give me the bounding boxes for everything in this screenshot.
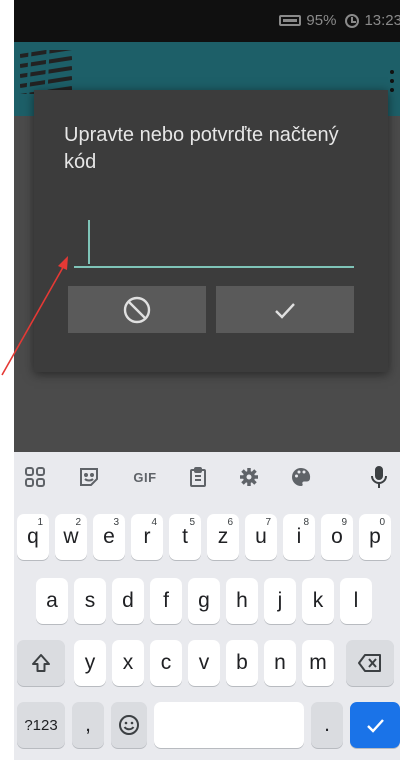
comma-key[interactable]: , xyxy=(72,702,104,748)
key-c[interactable]: c xyxy=(150,640,182,686)
clock-icon xyxy=(345,13,360,28)
backspace-key[interactable] xyxy=(346,640,394,686)
key-e[interactable]: e3 xyxy=(93,514,125,560)
key-t[interactable]: t5 xyxy=(169,514,201,560)
key-z[interactable]: z6 xyxy=(207,514,239,560)
key-w[interactable]: w2 xyxy=(55,514,87,560)
keyboard-toolbar: GIF xyxy=(14,452,400,502)
key-n[interactable]: n xyxy=(264,640,296,686)
key-k[interactable]: k xyxy=(302,578,334,624)
mic-icon[interactable] xyxy=(366,464,392,490)
gif-button[interactable]: GIF xyxy=(128,464,162,490)
key-p[interactable]: p0 xyxy=(359,514,391,560)
cancel-button[interactable] xyxy=(68,286,206,333)
phone-screen: 95% 13:23 Upravte nebo potvrďte načtený … xyxy=(14,0,400,760)
key-o[interactable]: o9 xyxy=(321,514,353,560)
overflow-menu-icon[interactable] xyxy=(390,70,394,92)
check-icon xyxy=(275,302,295,319)
key-l[interactable]: l xyxy=(340,578,372,624)
shift-key[interactable] xyxy=(17,640,65,686)
key-q[interactable]: q1 xyxy=(17,514,49,560)
sticker-icon[interactable] xyxy=(76,464,102,490)
check-icon xyxy=(367,719,384,733)
backspace-icon xyxy=(358,654,381,672)
symbols-key[interactable]: ?123 xyxy=(17,702,65,748)
key-d[interactable]: d xyxy=(112,578,144,624)
key-a[interactable]: a xyxy=(36,578,68,624)
battery-level: 95% xyxy=(306,12,337,29)
key-x[interactable]: x xyxy=(112,640,144,686)
key-j[interactable]: j xyxy=(264,578,296,624)
key-s[interactable]: s xyxy=(74,578,106,624)
key-m[interactable]: m xyxy=(302,640,334,686)
status-bar: 95% 13:23 xyxy=(14,0,400,42)
key-r[interactable]: r4 xyxy=(131,514,163,560)
confirm-button[interactable] xyxy=(216,286,354,333)
enter-key[interactable] xyxy=(350,702,400,748)
emoji-key[interactable] xyxy=(111,702,147,748)
emoji-icon xyxy=(119,715,139,735)
code-input[interactable] xyxy=(74,218,354,268)
cancel-icon xyxy=(123,296,151,323)
soft-keyboard: GIF q1 w2 e3 r4 t5 z6 u7 i8 o9 p0 a s d … xyxy=(14,452,400,760)
settings-icon[interactable] xyxy=(236,464,262,490)
key-v[interactable]: v xyxy=(188,640,220,686)
shift-icon xyxy=(32,654,50,672)
battery-icon xyxy=(279,15,302,26)
key-b[interactable]: b xyxy=(226,640,258,686)
app-logo-icon xyxy=(20,50,72,94)
key-f[interactable]: f xyxy=(150,578,182,624)
key-i[interactable]: i8 xyxy=(283,514,315,560)
period-key[interactable]: . xyxy=(311,702,343,748)
dialog-title: Upravte nebo potvrďte načtený kód xyxy=(64,124,339,173)
edit-code-dialog: Upravte nebo potvrďte načtený kód xyxy=(34,90,388,372)
apps-grid-icon[interactable] xyxy=(22,464,48,490)
key-g[interactable]: g xyxy=(188,578,220,624)
key-y[interactable]: y xyxy=(74,640,106,686)
key-u[interactable]: u7 xyxy=(245,514,277,560)
text-cursor xyxy=(88,220,90,264)
status-time: 13:23 xyxy=(364,12,400,29)
palette-icon[interactable] xyxy=(288,464,314,490)
space-key[interactable] xyxy=(154,702,304,748)
key-h[interactable]: h xyxy=(226,578,258,624)
clipboard-icon[interactable] xyxy=(185,464,211,490)
